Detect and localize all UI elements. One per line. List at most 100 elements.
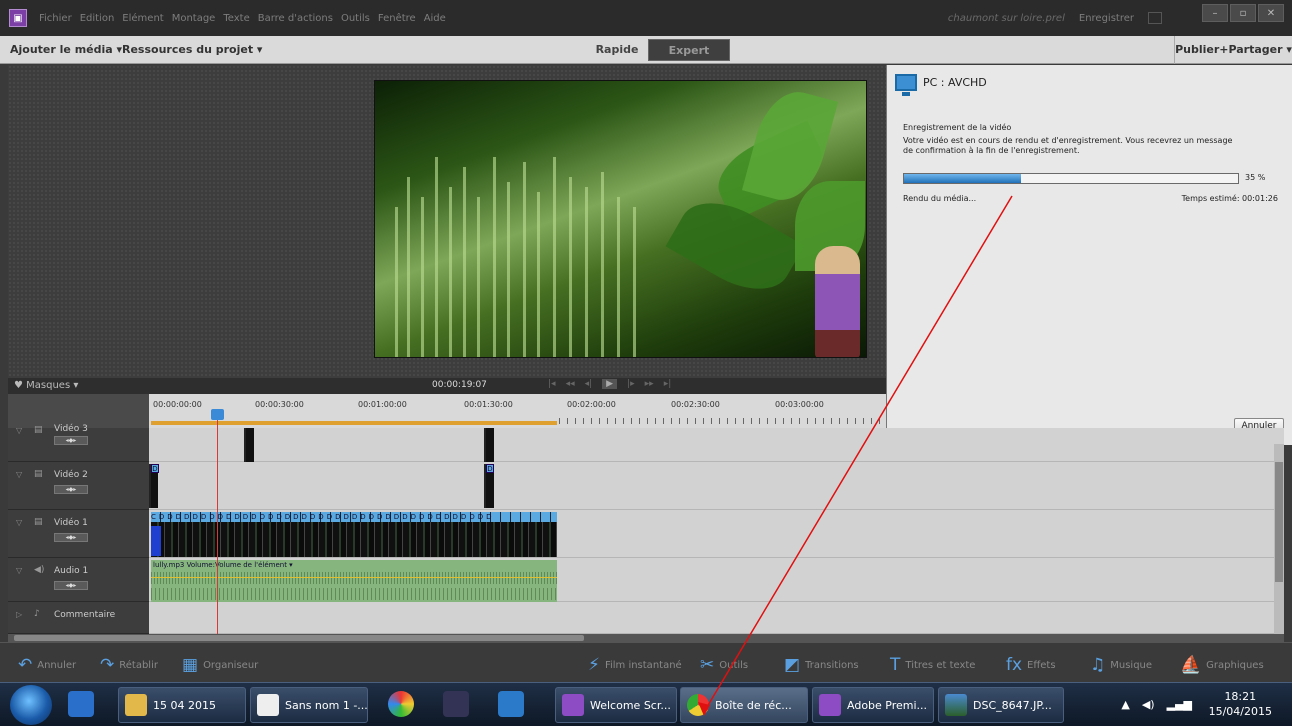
publish-share-button[interactable]: Publier+Partager ▾ [1174, 36, 1292, 64]
window-controls: – ▫ ✕ [1202, 4, 1284, 22]
music-button[interactable]: ♫ Musique [1090, 655, 1152, 675]
markers-menu[interactable]: ♥ Masques ▾ [14, 380, 78, 391]
menu-outils[interactable]: Outils [341, 13, 370, 24]
scroll-thumb[interactable] [14, 635, 584, 641]
frame-forward-icon[interactable]: |▸ [627, 379, 635, 389]
clock-time: 18:21 [1224, 690, 1257, 703]
collapse-icon[interactable]: ▽ [16, 426, 22, 435]
menu-texte[interactable]: Texte [223, 13, 249, 24]
clip[interactable]: D [149, 464, 159, 508]
project-assets-button[interactable]: Ressources du projet ▾ [122, 43, 262, 56]
volume-icon[interactable]: ◀) [1142, 698, 1155, 711]
goto-end-icon[interactable]: ▸| [664, 379, 672, 389]
clip[interactable]: D [484, 464, 494, 508]
taskbar-item-folder[interactable]: 15 04 2015 [118, 687, 246, 723]
track-header-video3[interactable]: ▽ ▤ Vidéo 3 ◂◆▸ [8, 424, 149, 462]
network-icon[interactable]: ▂▄▆ [1167, 698, 1192, 711]
instant-movie-button[interactable]: ⚡ Film instantané [588, 655, 682, 675]
menu-barre-actions[interactable]: Barre d'actions [258, 13, 333, 24]
track-lane-video1[interactable]: CDDDDDDDDDDDDDDDDDDDDDDDDDDDDDDDDDDDDDDD… [149, 510, 1284, 558]
track-header-video1[interactable]: ▽ ▤ Vidéo 1 ◂◆▸ [8, 510, 149, 558]
track-name: Commentaire [54, 610, 116, 620]
collapse-icon[interactable]: ▽ [16, 470, 22, 479]
track-header-video2[interactable]: ▽ ▤ Vidéo 2 ◂◆▸ [8, 462, 149, 510]
collapse-icon[interactable]: ▽ [16, 518, 22, 527]
minimize-button[interactable]: – [1202, 4, 1228, 22]
effects-button[interactable]: fx Effets [1006, 655, 1056, 675]
timeline-vertical-scrollbar[interactable] [1274, 444, 1284, 634]
transitions-icon: ◩ [784, 655, 801, 675]
organizer-button[interactable]: ▦ Organiseur [182, 655, 258, 675]
step-back-icon[interactable]: ◂◂ [566, 379, 575, 389]
track-lane-audio1[interactable]: lully.mp3 Volume:Volume de l'élément ▾ [149, 558, 1284, 603]
timeline-horizontal-scrollbar[interactable] [8, 634, 1284, 642]
clip[interactable] [244, 428, 254, 462]
redo-button[interactable]: ↷ Rétablir [100, 655, 158, 675]
taskbar-item-premiere[interactable]: Adobe Premi... [812, 687, 934, 723]
ruler-tick: 00:00:00:00 [153, 400, 202, 409]
goto-start-icon[interactable]: |◂ [548, 379, 556, 389]
maximize-button[interactable]: ▫ [1230, 4, 1256, 22]
scroll-thumb[interactable] [1275, 462, 1283, 582]
tools-button[interactable]: ✂ Outils [700, 655, 748, 675]
folder-icon [125, 694, 147, 716]
taskbar-item-writer[interactable]: Sans nom 1 -... [250, 687, 368, 723]
menu-element[interactable]: Elément [122, 13, 163, 24]
keyframe-nav-buttons[interactable]: ◂◆▸ [54, 581, 88, 590]
book-icon[interactable] [443, 691, 469, 717]
menu-bar: Fichier Edition Elément Montage Texte Ba… [39, 13, 454, 24]
collapse-icon[interactable]: ▽ [16, 566, 22, 575]
expand-icon[interactable]: ▷ [16, 610, 22, 619]
keyframe-nav-buttons[interactable]: ◂◆▸ [54, 485, 88, 494]
start-button[interactable] [10, 685, 52, 725]
titles-button[interactable]: T Titres et texte [890, 655, 975, 675]
clip[interactable] [484, 428, 494, 462]
undo-button[interactable]: ↶ Annuler [18, 655, 76, 675]
close-button[interactable]: ✕ [1258, 4, 1284, 22]
add-media-button[interactable]: Ajouter le média ▾ [10, 43, 122, 56]
menu-fenetre[interactable]: Fenêtre [378, 13, 416, 24]
titles-label: Titres et texte [905, 659, 976, 671]
screen-icon[interactable] [1148, 12, 1162, 24]
track-name: Vidéo 2 [54, 470, 88, 480]
mode-expert-tab[interactable]: Expert [648, 39, 730, 61]
titles-icon: T [890, 655, 901, 675]
keyframe-nav-buttons[interactable]: ◂◆▸ [54, 533, 88, 542]
graphics-button[interactable]: ⛵ Graphiques [1180, 655, 1264, 675]
play-icon[interactable]: ▶ [602, 379, 618, 389]
menu-fichier[interactable]: Fichier [39, 13, 72, 24]
menu-edition[interactable]: Edition [80, 13, 115, 24]
graphics-label: Graphiques [1206, 659, 1264, 671]
save-button[interactable]: Enregistrer [1079, 13, 1134, 24]
track-lane-video3[interactable] [149, 428, 1284, 462]
tray-arrow-icon[interactable]: ▲ [1121, 698, 1129, 711]
track-lane-video2[interactable]: D D [149, 462, 1284, 510]
media-player-icon[interactable] [68, 691, 94, 717]
step-forward-icon[interactable]: ▸▸ [645, 379, 654, 389]
mode-quick-tab[interactable]: Rapide [588, 40, 646, 60]
selected-clip[interactable] [151, 526, 161, 556]
audio-clip-label[interactable]: lully.mp3 Volume:Volume de l'élément ▾ [153, 561, 293, 569]
menu-montage[interactable]: Montage [172, 13, 216, 24]
track-header-audio1[interactable]: ▽ ◀) Audio 1 ◂◆▸ [8, 558, 149, 602]
transitions-button[interactable]: ◩ Transitions [784, 655, 859, 675]
volume-line[interactable] [151, 577, 557, 578]
taskbar-clock[interactable]: 18:21 15/04/2015 [1209, 689, 1272, 719]
keyframe-nav-buttons[interactable]: ◂◆▸ [54, 436, 88, 445]
track-header-commentaire[interactable]: ▷ ♪ Commentaire [8, 602, 149, 634]
track-lane-commentaire[interactable] [149, 602, 1284, 634]
menu-aide[interactable]: Aide [424, 13, 446, 24]
taskbar-item-welcome[interactable]: Welcome Scr... [555, 687, 677, 723]
taskbar-item-chrome[interactable]: Boîte de réc... [680, 687, 808, 723]
picasa-icon[interactable] [388, 691, 414, 717]
playhead-handle[interactable] [211, 409, 224, 420]
photo-app-icon[interactable] [498, 691, 524, 717]
taskbar-item-image[interactable]: DSC_8647.JP... [938, 687, 1064, 723]
taskbar-label: Boîte de réc... [715, 698, 792, 712]
audio-clip[interactable]: lully.mp3 Volume:Volume de l'élément ▾ [151, 560, 557, 603]
frame-back-icon[interactable]: ◂| [585, 379, 593, 389]
work-area-bar[interactable] [151, 421, 557, 425]
video1-clips[interactable]: CDDDDDDDDDDDDDDDDDDDDDDDDDDDDDDDDDDDDDDD… [151, 512, 557, 557]
export-eta: Temps estimé: 00:01:26 [1181, 194, 1278, 203]
ruler-track[interactable]: 00:00:00:00 00:00:30:00 00:01:00:00 00:0… [149, 394, 889, 428]
